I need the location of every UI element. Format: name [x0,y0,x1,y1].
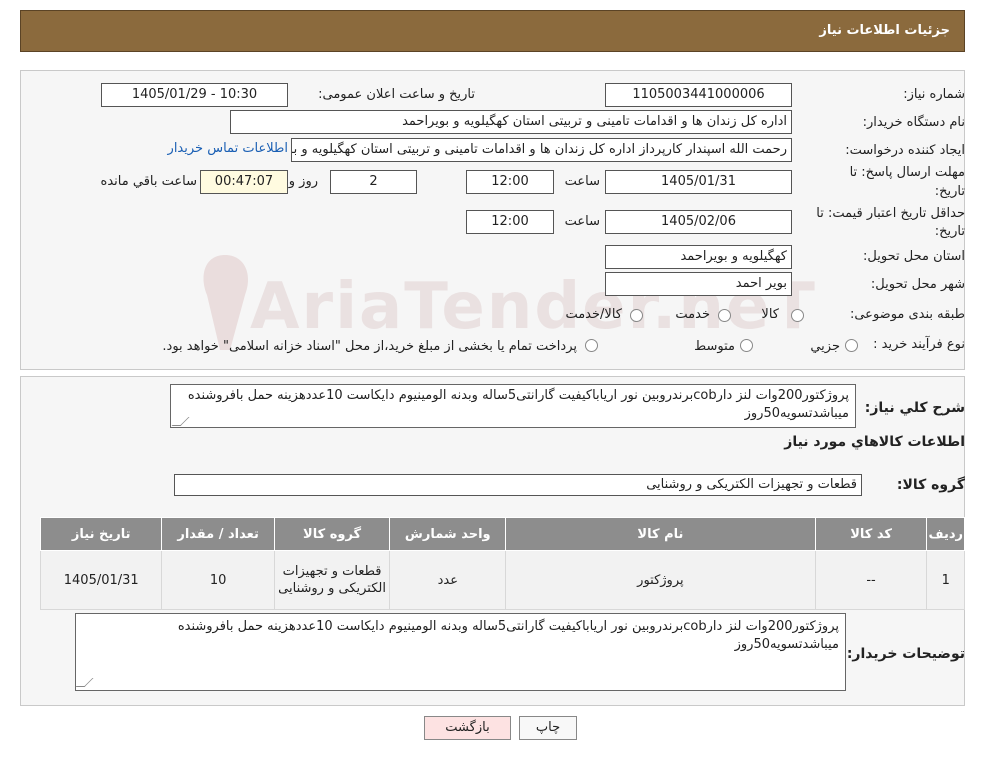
treasury-checkbox[interactable] [585,339,598,352]
cell-code: -- [814,550,928,610]
need-number-field: 1105003441000006 [605,83,792,107]
process-option-medium: متوسط [694,339,735,354]
col-header-date: تاريخ نياز [39,517,163,551]
col-header-row-number: رديف [926,517,965,551]
process-radio-minor[interactable] [845,339,858,352]
category-radio-goods-service[interactable] [630,309,643,322]
buyer-org-field: اداره کل زندان ها و اقدامات تامینی و ترب… [230,110,792,134]
province-field: کهگیلویه و بویراحمد [605,245,792,269]
announce-date-label: تاریخ و ساعت اعلان عمومی: [318,87,475,102]
remaining-time-label: ساعت باقي مانده [100,174,197,189]
validity-label-date: تاریخ: [934,224,965,239]
process-label: نوع فرآیند خرید : [873,337,965,352]
print-button[interactable]: چاپ [519,716,577,740]
table-header-row: رديف کد کالا نام کالا واحد شمارش گروه کا… [39,517,965,551]
cell-quantity: 10 [161,550,275,610]
buyer-notes-label: توضیحات خریدار: [846,646,965,662]
validity-label: حداقل تاریخ اعتبار قیمت: تا [816,206,965,221]
col-header-code: کد کالا [814,517,928,551]
goods-info-title: اطلاعات کالاهاي مورد نياز [784,434,965,450]
deadline-label-date: تاریخ: [934,184,965,199]
buyer-org-label: نام دستگاه خریدار: [862,115,965,130]
back-button[interactable]: بازگشت [424,716,511,740]
buyer-notes-textarea[interactable]: پروژکتور200وات لنز دارcobبرندروبین نور ا… [75,613,846,691]
deadline-time-label: ساعت [564,174,600,189]
page-title: جزئیات اطلاعات نیاز [819,23,950,38]
col-header-unit: واحد شمارش [389,517,507,551]
col-header-group: گروه کالا [273,517,391,551]
announce-date-field: 1405/01/29 - 10:30 [101,83,288,107]
cell-unit: عدد [389,550,507,610]
city-label: شهر محل تحویل: [870,277,965,292]
category-radio-service[interactable] [718,309,731,322]
deadline-time-field: 12:00 [466,170,554,194]
category-radio-goods[interactable] [791,309,804,322]
creator-field: رحمت الله اسپندار کارپرداز اداره کل زندا… [291,138,792,162]
cell-group: قطعات و تجهیزات الکتریکی و روشنایی [273,550,391,610]
remaining-time-field: 00:47:07 [200,170,288,194]
need-number-label: شماره نیاز: [903,87,965,102]
creator-label: ایجاد کننده درخواست: [845,143,965,158]
city-field: بویر احمد [605,272,792,296]
deadline-label: مهلت ارسال پاسخ: تا [849,165,965,180]
cell-date: 1405/01/31 [39,550,163,610]
cell-row-number: 1 [926,550,965,610]
page-header: جزئیات اطلاعات نیاز [20,10,965,52]
province-label: استان محل تحویل: [863,249,965,264]
goods-table: رديف کد کالا نام کالا واحد شمارش گروه کا… [39,517,965,610]
col-header-quantity: تعداد / مقدار [161,517,275,551]
process-option-minor: جزيي [810,339,840,354]
process-radio-medium[interactable] [740,339,753,352]
validity-time-field: 12:00 [466,210,554,234]
days-word: روز و [288,174,318,189]
col-header-name: نام کالا [505,517,816,551]
cell-name: پروژکتور [505,550,816,610]
summary-textarea[interactable]: پروژکتور200وات لنز دارcobبرندروبین نور ا… [170,384,856,428]
table-row: 1 -- پروژکتور عدد قطعات و تجهیزات الکتری… [39,550,965,610]
deadline-date-field: 1405/01/31 [605,170,792,194]
category-option-service: خدمت [675,307,710,322]
category-option-goods: کالا [761,307,779,322]
days-remaining-field: 2 [330,170,417,194]
validity-time-label: ساعت [564,214,600,229]
buyer-contact-link[interactable]: اطلاعات تماس خریدار [168,141,288,156]
summary-label: شرح کلي نياز: [864,400,965,416]
goods-group-field: قطعات و تجهیزات الکتریکی و روشنایی [174,474,862,496]
category-option-goods-service: کالا/خدمت [565,307,622,322]
category-label: طبقه بندی موضوعی: [849,307,965,322]
treasury-note: پرداخت تمام یا بخشی از مبلغ خرید،از محل … [162,339,577,354]
goods-group-label: گروه کالا: [896,477,965,493]
validity-date-field: 1405/02/06 [605,210,792,234]
